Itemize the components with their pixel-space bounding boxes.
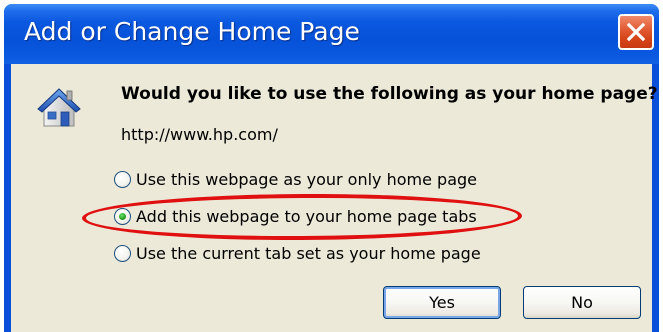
close-button[interactable] — [618, 14, 654, 50]
dialog-title: Add or Change Home Page — [24, 17, 360, 46]
option-label: Use this webpage as your only home page — [136, 169, 478, 189]
highlight-annotation — [81, 192, 523, 242]
house-icon — [37, 88, 81, 127]
dialog-window: Add or Change Home Page Would you like t… — [4, 4, 659, 332]
yes-button[interactable]: Yes — [383, 286, 501, 319]
home-page-url: http://www.hp.com/ — [121, 125, 278, 144]
radio-button[interactable] — [114, 170, 131, 188]
screen: Add or Change Home Page Would you like t… — [0, 0, 663, 332]
option-label: Use the current tab set as your home pag… — [136, 243, 481, 263]
radio-button[interactable] — [114, 244, 131, 262]
dialog-question: Would you like to use the following as y… — [121, 84, 658, 104]
close-icon — [626, 22, 646, 42]
no-button[interactable]: No — [523, 286, 641, 319]
option-current-tab-set[interactable]: Use the current tab set as your home pag… — [114, 241, 481, 265]
title-bar[interactable]: Add or Change Home Page — [4, 4, 659, 64]
dialog-body: Would you like to use the following as y… — [11, 64, 658, 332]
option-only-home-page[interactable]: Use this webpage as your only home page — [114, 167, 477, 191]
